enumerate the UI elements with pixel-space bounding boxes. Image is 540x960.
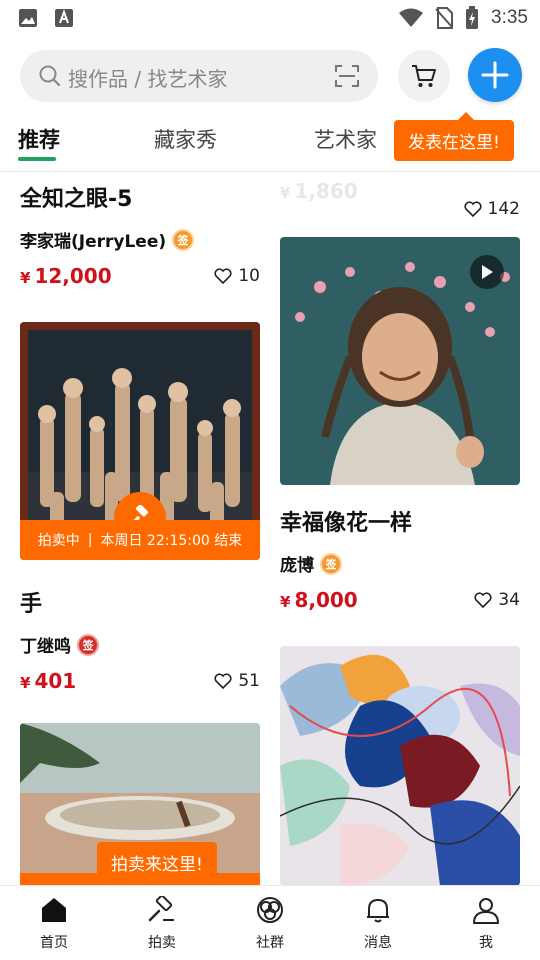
artwork-card[interactable] bbox=[280, 646, 520, 885]
price-row: ¥401 51 bbox=[20, 669, 260, 693]
search-bar[interactable]: 搜作品 / 找艺术家 bbox=[20, 50, 378, 102]
like-count: 34 bbox=[498, 590, 520, 610]
status-time: 3:35 bbox=[491, 7, 528, 28]
signed-badge-icon: 签 bbox=[77, 633, 99, 656]
no-sim-icon bbox=[435, 7, 454, 29]
status-bar: 3:35 bbox=[0, 0, 540, 36]
artwork-title: 手 bbox=[20, 592, 43, 617]
publish-tooltip: 发表在这里! bbox=[394, 112, 514, 161]
battery-charging-icon bbox=[466, 6, 479, 29]
tab-indicator bbox=[18, 157, 56, 161]
video-play-button[interactable] bbox=[470, 255, 504, 289]
nav-auction[interactable]: 拍卖 bbox=[122, 894, 202, 952]
tab-recommend[interactable]: 推荐 bbox=[18, 124, 60, 154]
bell-icon bbox=[367, 899, 389, 923]
left-column: 全知之眼-5 李家瑞(JerryLee) 签 ¥12,000 10 拍卖中 | … bbox=[20, 181, 260, 885]
like-button[interactable]: 142 bbox=[464, 199, 520, 219]
publish-button[interactable] bbox=[468, 48, 522, 102]
artwork-card[interactable]: 全知之眼-5 李家瑞(JerryLee) 签 ¥12,000 10 bbox=[20, 181, 260, 288]
nav-home[interactable]: 首页 bbox=[14, 896, 94, 952]
artwork-image bbox=[280, 237, 520, 485]
artwork-card[interactable]: ¥1,860 142 bbox=[280, 179, 520, 219]
artwork-card-auction[interactable]: 拍卖中 | 本周日 22:15:00 结束 手 丁继鸣 签 ¥401 51 bbox=[20, 322, 260, 693]
plus-icon bbox=[481, 61, 509, 89]
auction-end-time: 本周日 22:15:00 结束 bbox=[100, 533, 243, 549]
heart-icon bbox=[214, 673, 232, 689]
search-placeholder: 搜作品 / 找艺术家 bbox=[68, 67, 228, 91]
nav-label: 社群 bbox=[256, 935, 284, 951]
cart-button[interactable] bbox=[398, 50, 450, 102]
signed-badge-icon: 签 bbox=[172, 228, 195, 251]
tab-artist[interactable]: 艺术家 bbox=[314, 124, 377, 154]
artwork-price: ¥1,860 bbox=[280, 179, 358, 203]
nav-label: 拍卖 bbox=[148, 935, 176, 951]
price-row: ¥8,000 34 bbox=[280, 588, 520, 612]
artwork-image: 拍卖中 | 本周日 22:15:00 结束 bbox=[20, 322, 260, 560]
auction-tooltip: 拍卖来这里! bbox=[97, 842, 217, 891]
heart-icon bbox=[474, 592, 492, 608]
play-icon bbox=[482, 265, 493, 279]
community-icon bbox=[257, 897, 283, 923]
artist-name: 李家瑞(JerryLee) bbox=[20, 232, 167, 252]
artwork-feed[interactable]: 全知之眼-5 李家瑞(JerryLee) 签 ¥12,000 10 拍卖中 | … bbox=[0, 173, 540, 885]
right-column: ¥1,860 142 幸福像花一样 庞博 签 ¥ 8,000 34 bbox=[280, 173, 520, 885]
header: 搜作品 / 找艺术家 bbox=[0, 36, 540, 116]
like-button[interactable]: 10 bbox=[214, 266, 260, 286]
like-count: 51 bbox=[238, 671, 260, 691]
bottom-nav: 首页 拍卖 社群 消息 我 bbox=[0, 885, 540, 960]
like-count: 10 bbox=[238, 266, 260, 286]
signed-badge-icon: 签 bbox=[320, 552, 342, 575]
artwork-price: ¥12,000 bbox=[20, 264, 112, 288]
nav-label: 我 bbox=[479, 935, 493, 951]
home-icon bbox=[42, 898, 66, 922]
artwork-artist: 庞博 签 bbox=[280, 551, 520, 576]
artist-name: 丁继鸣 bbox=[20, 637, 71, 657]
scan-icon[interactable] bbox=[334, 64, 360, 88]
like-button[interactable]: 34 bbox=[474, 590, 520, 610]
nav-messages[interactable]: 消息 bbox=[338, 896, 418, 952]
heart-icon bbox=[214, 268, 232, 284]
auction-status-bar: 拍卖中 | 本周日 22:15:00 结束 bbox=[20, 520, 260, 560]
artwork-image bbox=[280, 646, 520, 885]
wifi-icon bbox=[399, 8, 424, 27]
abstract-painting-image bbox=[280, 646, 520, 885]
artwork-title: 幸福像花一样 bbox=[280, 511, 413, 536]
gallery-icon bbox=[19, 9, 37, 27]
artwork-price: ¥8,000 bbox=[280, 588, 358, 612]
nav-label: 首页 bbox=[40, 935, 68, 951]
artwork-price: ¥401 bbox=[20, 669, 77, 693]
artwork-title: 全知之眼-5 bbox=[20, 187, 133, 212]
artist-name: 庞博 bbox=[280, 556, 314, 576]
artwork-artist: 李家瑞(JerryLee) 签 bbox=[20, 227, 260, 252]
search-icon bbox=[39, 65, 61, 87]
artwork-artist: 丁继鸣 签 bbox=[20, 632, 260, 657]
tab-collector-show[interactable]: 藏家秀 bbox=[154, 124, 217, 154]
cart-icon bbox=[412, 65, 436, 87]
gavel-icon bbox=[148, 894, 174, 922]
price-row: ¥12,000 10 bbox=[20, 264, 260, 288]
user-icon bbox=[473, 898, 499, 924]
like-count: 142 bbox=[487, 199, 520, 219]
nav-community[interactable]: 社群 bbox=[230, 896, 310, 952]
text-notification-icon bbox=[55, 9, 73, 27]
heart-icon bbox=[464, 201, 482, 217]
nav-label: 消息 bbox=[364, 935, 392, 951]
artwork-card-video[interactable]: 幸福像花一样 庞博 签 ¥8,000 34 bbox=[280, 237, 520, 612]
auction-status: 拍卖中 bbox=[37, 533, 80, 549]
nav-me[interactable]: 我 bbox=[446, 896, 526, 952]
like-button[interactable]: 51 bbox=[214, 671, 260, 691]
